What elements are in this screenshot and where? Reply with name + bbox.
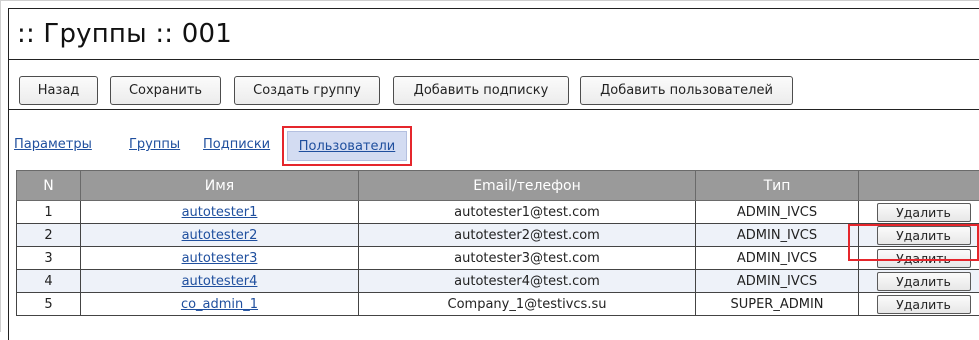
user-name-link[interactable]: autotester2 bbox=[182, 228, 258, 243]
column-header-actions bbox=[859, 171, 979, 201]
user-email: autotester3@test.com bbox=[359, 247, 696, 270]
content-area: Параметры Группы Подписки Пользователи N… bbox=[8, 110, 979, 340]
back-button[interactable]: Назад bbox=[19, 76, 98, 105]
user-name-link[interactable]: co_admin_1 bbox=[181, 297, 258, 312]
add-users-button[interactable]: Добавить пользователей bbox=[580, 76, 793, 105]
row-number: 1 bbox=[17, 201, 81, 224]
table-row: 2 autotester2 autotester2@test.com ADMIN… bbox=[17, 224, 979, 247]
user-email: autotester1@test.com bbox=[359, 201, 696, 224]
user-name-link[interactable]: autotester3 bbox=[182, 251, 258, 266]
create-group-button[interactable]: Создать группу bbox=[234, 76, 380, 105]
tab-params[interactable]: Параметры bbox=[14, 137, 92, 152]
column-header-type: Тип bbox=[696, 171, 859, 201]
table-row: 1 autotester1 autotester1@test.com ADMIN… bbox=[17, 201, 979, 224]
delete-button[interactable]: Удалить bbox=[877, 226, 971, 245]
tab-users[interactable]: Пользователи bbox=[287, 131, 407, 161]
users-table: N Имя Email/телефон Тип 1 autotester1 au… bbox=[16, 170, 979, 316]
page-title: :: Группы :: 001 bbox=[8, 8, 979, 60]
row-number: 3 bbox=[17, 247, 81, 270]
user-name-link[interactable]: autotester4 bbox=[182, 274, 258, 289]
delete-button[interactable]: Удалить bbox=[877, 295, 971, 314]
column-header-n: N bbox=[17, 171, 81, 201]
row-number: 2 bbox=[17, 224, 81, 247]
tab-subscriptions[interactable]: Подписки bbox=[203, 137, 270, 152]
row-number: 4 bbox=[17, 270, 81, 293]
toolbar: Назад Сохранить Создать группу Добавить … bbox=[8, 60, 979, 110]
page-title-text: :: Группы :: 001 bbox=[17, 19, 232, 49]
add-subscription-button[interactable]: Добавить подписку bbox=[393, 76, 569, 105]
user-type: ADMIN_IVCS bbox=[696, 270, 859, 293]
column-header-email: Email/телефон bbox=[359, 171, 696, 201]
delete-button[interactable]: Удалить bbox=[877, 249, 971, 268]
user-type: SUPER_ADMIN bbox=[696, 293, 859, 316]
delete-button[interactable]: Удалить bbox=[877, 272, 971, 291]
tab-users-highlight: Пользователи bbox=[282, 126, 412, 166]
column-header-name: Имя bbox=[81, 171, 359, 201]
user-email: autotester4@test.com bbox=[359, 270, 696, 293]
user-email: autotester2@test.com bbox=[359, 224, 696, 247]
delete-button[interactable]: Удалить bbox=[877, 203, 971, 222]
table-header-row: N Имя Email/телефон Тип bbox=[17, 171, 979, 201]
table-row: 3 autotester3 autotester3@test.com ADMIN… bbox=[17, 247, 979, 270]
user-type: ADMIN_IVCS bbox=[696, 247, 859, 270]
user-type: ADMIN_IVCS bbox=[696, 201, 859, 224]
user-name-link[interactable]: autotester1 bbox=[182, 205, 258, 220]
table-row: 4 autotester4 autotester4@test.com ADMIN… bbox=[17, 270, 979, 293]
row-number: 5 bbox=[17, 293, 81, 316]
user-type: ADMIN_IVCS bbox=[696, 224, 859, 247]
table-row: 5 co_admin_1 Company_1@testivcs.su SUPER… bbox=[17, 293, 979, 316]
tab-groups[interactable]: Группы bbox=[129, 137, 180, 152]
save-button[interactable]: Сохранить bbox=[110, 76, 221, 105]
user-email: Company_1@testivcs.su bbox=[359, 293, 696, 316]
